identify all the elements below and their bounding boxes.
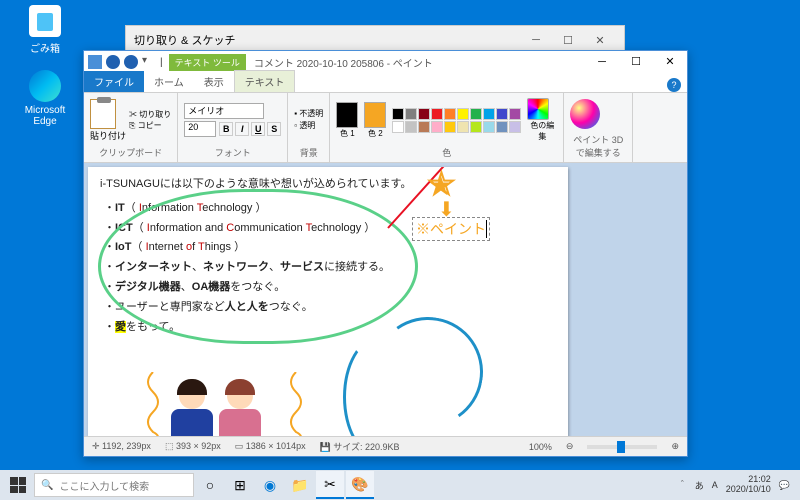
bold-button[interactable]: B	[219, 122, 233, 136]
search-box[interactable]: 🔍 ここに入力して検索	[34, 473, 194, 497]
maximize-button[interactable]: ☐	[619, 51, 653, 73]
edge-shortcut[interactable]: Microsoft Edge	[15, 70, 75, 127]
tab-file[interactable]: ファイル	[84, 71, 144, 92]
active-textbox[interactable]: ※ペイント	[412, 217, 490, 241]
redo-icon[interactable]	[124, 55, 138, 69]
tab-text[interactable]: テキスト	[234, 70, 296, 92]
qat-separator: |	[160, 57, 163, 68]
zoom-in-button[interactable]: ⊕	[671, 441, 679, 452]
title-bar[interactable]: ▾ | テキスト ツール コメント 2020-10-10 205806 - ペイ…	[84, 51, 687, 73]
cut-button[interactable]: ✂ 切り取り	[129, 109, 171, 120]
ribbon: 貼り付け ✂ 切り取り ⎘ コピー クリップボード メイリオ 20 B I U	[84, 93, 687, 163]
clock[interactable]: 21:022020/10/10	[726, 475, 771, 495]
qat-dropdown-icon[interactable]: ▾	[142, 55, 156, 69]
zoom-out-button[interactable]: ⊖	[566, 441, 574, 452]
italic-button[interactable]: I	[235, 122, 249, 136]
palette-swatch[interactable]	[431, 121, 443, 133]
copy-button[interactable]: ⎘ コピー	[129, 120, 171, 131]
paste-icon[interactable]	[90, 99, 116, 129]
strike-button[interactable]: S	[267, 122, 281, 136]
color1-button[interactable]	[336, 102, 358, 128]
palette-swatch[interactable]	[392, 121, 404, 133]
file-size: 💾 サイズ: 220.9KB	[320, 440, 400, 453]
tab-view[interactable]: 表示	[194, 71, 234, 92]
canvas-size: ▭ 1386 × 1014px	[235, 441, 306, 452]
canvas-area: i-TSUNAGUには以下のような意味や想いが込められています。 ・IT（ In…	[84, 163, 687, 436]
snip-title: 切り取り & スケッチ	[134, 32, 235, 48]
task-view-icon[interactable]: ⊞	[226, 471, 254, 499]
status-bar: ✛ 1192, 239px ⬚ 393 × 92px ▭ 1386 × 1014…	[84, 436, 687, 456]
edge-taskbar-icon[interactable]: ◉	[256, 471, 284, 499]
palette-swatch[interactable]	[483, 121, 495, 133]
tab-home[interactable]: ホーム	[144, 71, 194, 92]
palette-swatch[interactable]	[457, 108, 469, 120]
explorer-icon[interactable]: 📁	[286, 471, 314, 499]
zoom-level: 100%	[529, 442, 552, 452]
squiggle-annotation	[143, 372, 163, 436]
ribbon-tabs: ファイル ホーム 表示 テキスト ?	[84, 73, 687, 93]
palette-swatch[interactable]	[418, 108, 430, 120]
undo-icon[interactable]	[106, 55, 120, 69]
palette-swatch[interactable]	[392, 108, 404, 120]
help-icon[interactable]: ?	[667, 78, 681, 92]
start-button[interactable]	[4, 471, 32, 499]
text-tools-tab: テキスト ツール	[169, 54, 246, 71]
system-tray[interactable]: ＾ あ A 21:022020/10/10 💬	[672, 475, 796, 495]
notifications-icon[interactable]: 💬	[779, 480, 790, 491]
palette-swatch[interactable]	[418, 121, 430, 133]
tray-chevron-icon[interactable]: ＾	[678, 479, 687, 492]
cortana-icon[interactable]: ○	[196, 471, 224, 499]
palette-swatch[interactable]	[483, 108, 495, 120]
palette-swatch[interactable]	[509, 108, 521, 120]
taskbar: 🔍 ここに入力して検索 ○ ⊞ ◉ 📁 ✂ 🎨 ＾ あ A 21:022020/…	[0, 470, 800, 500]
palette-swatch[interactable]	[444, 121, 456, 133]
zoom-slider[interactable]	[587, 445, 657, 449]
ime-mode-icon[interactable]: A	[712, 480, 718, 490]
opaque-button[interactable]: ▪ 不透明	[294, 108, 323, 120]
cursor-pos: ✛ 1192, 239px	[92, 441, 151, 452]
underline-button[interactable]: U	[251, 122, 265, 136]
palette-swatch[interactable]	[444, 108, 456, 120]
palette-swatch[interactable]	[457, 121, 469, 133]
transparent-button[interactable]: ▫ 透明	[294, 120, 323, 132]
canvas[interactable]: i-TSUNAGUには以下のような意味や想いが込められています。 ・IT（ In…	[88, 167, 568, 436]
paint3d-icon[interactable]	[570, 99, 600, 129]
paint-taskbar-icon[interactable]: 🎨	[346, 471, 374, 499]
palette-swatch[interactable]	[496, 108, 508, 120]
color-palette[interactable]	[392, 108, 521, 133]
maximize-button[interactable]: ☐	[552, 34, 584, 47]
document-text: i-TSUNAGUには以下のような意味や想いが込められています。 ・IT（ In…	[88, 167, 568, 345]
people-illustration	[168, 367, 278, 436]
font-select[interactable]: メイリオ	[184, 103, 264, 119]
palette-swatch[interactable]	[405, 108, 417, 120]
snip-taskbar-icon[interactable]: ✂	[316, 471, 344, 499]
palette-swatch[interactable]	[405, 121, 417, 133]
color2-button[interactable]	[364, 102, 386, 128]
close-button[interactable]: ✕	[584, 34, 616, 47]
palette-swatch[interactable]	[470, 121, 482, 133]
palette-swatch[interactable]	[470, 108, 482, 120]
selection-size: ⬚ 393 × 92px	[165, 441, 221, 452]
minimize-button[interactable]: ─	[520, 34, 552, 46]
ime-icon[interactable]: あ	[695, 479, 704, 492]
squiggle-annotation	[286, 372, 306, 436]
window-title: コメント 2020-10-10 205806 - ペイント	[254, 55, 585, 70]
recycle-bin[interactable]: ごみ箱	[15, 5, 75, 55]
close-button[interactable]: ✕	[653, 51, 687, 73]
palette-swatch[interactable]	[496, 121, 508, 133]
palette-swatch[interactable]	[431, 108, 443, 120]
paint-window: ▾ | テキスト ツール コメント 2020-10-10 205806 - ペイ…	[83, 50, 688, 457]
minimize-button[interactable]: ─	[585, 51, 619, 73]
palette-swatch[interactable]	[509, 121, 521, 133]
save-icon[interactable]	[88, 55, 102, 69]
edit-colors-icon[interactable]	[527, 98, 549, 120]
font-size-select[interactable]: 20	[184, 121, 216, 137]
